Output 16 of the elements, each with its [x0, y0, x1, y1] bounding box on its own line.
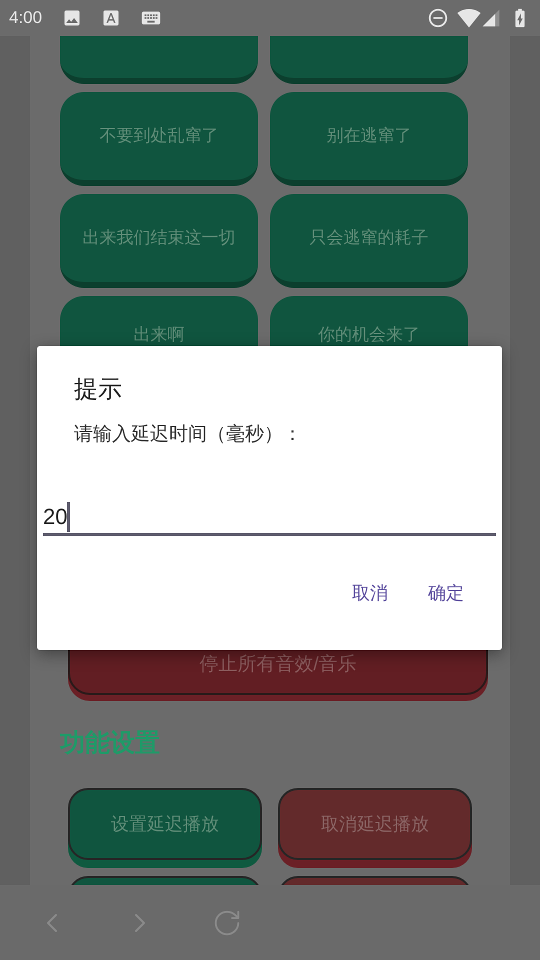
delay-input[interactable]: 20 [43, 500, 496, 536]
image-icon [62, 8, 82, 28]
sound-button[interactable]: 不要到处乱窜了 [60, 92, 258, 186]
clock: 4:00 [9, 7, 42, 30]
sound-button[interactable]: 只会逃窜的耗子 [270, 194, 468, 288]
font-icon [102, 9, 120, 27]
input-value: 20 [43, 503, 68, 531]
dialog-message: 请输入延迟时间（毫秒）： [74, 422, 303, 447]
text-cursor [67, 502, 70, 532]
dialog-button[interactable]: 取消 [342, 576, 398, 611]
do-not-disturb-icon [427, 7, 449, 29]
signal-icon [481, 8, 501, 28]
sound-button[interactable]: 别在逃窜了 [270, 92, 468, 186]
dialog-button[interactable]: 确定 [418, 576, 474, 611]
section-heading: 功能设置 [60, 728, 161, 759]
sound-button[interactable]: 出来我们结束这一切 [60, 194, 258, 288]
